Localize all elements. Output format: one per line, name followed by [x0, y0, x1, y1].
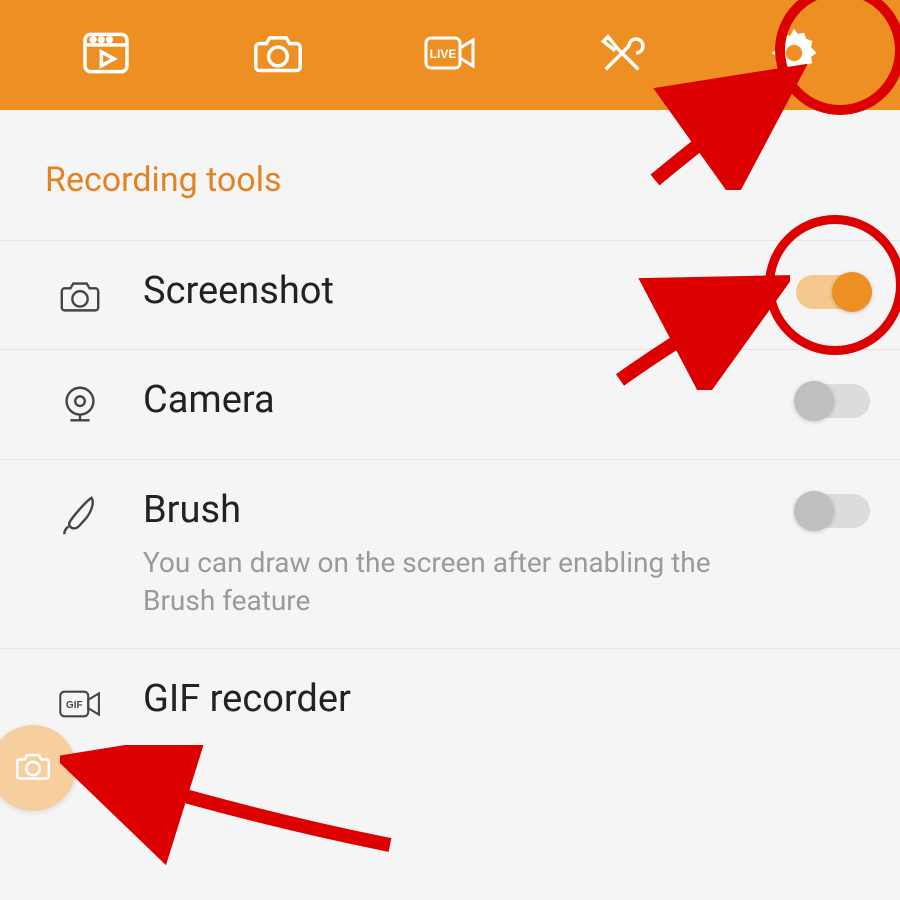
svg-text:GIF: GIF	[66, 700, 82, 711]
row-label: Camera	[143, 378, 770, 422]
svg-text:LIVE: LIVE	[430, 47, 457, 61]
row-subtitle: You can draw on the screen after enablin…	[143, 544, 763, 620]
live-tab[interactable]: LIVE	[390, 0, 510, 110]
floating-screenshot-button[interactable]	[0, 725, 76, 811]
video-clip-icon	[78, 25, 134, 85]
camera-icon	[13, 746, 53, 790]
tools-icon	[594, 25, 650, 85]
settings-tab[interactable]	[734, 0, 854, 110]
row-label: GIF recorder	[143, 677, 870, 721]
section-title: Recording tools	[0, 110, 900, 240]
top-tab-bar: LIVE	[0, 0, 900, 110]
row-gif-recorder[interactable]: GIF GIF recorder	[0, 649, 900, 759]
tools-tab[interactable]	[562, 0, 682, 110]
brush-toggle[interactable]	[796, 494, 870, 528]
row-camera[interactable]: Camera	[0, 350, 900, 460]
brush-icon	[45, 488, 115, 538]
gear-icon	[766, 25, 822, 85]
camera-outline-icon	[45, 269, 115, 319]
row-brush[interactable]: Brush You can draw on the screen after e…	[0, 460, 900, 649]
row-label: Screenshot	[143, 269, 770, 313]
screenshot-toggle[interactable]	[796, 275, 870, 309]
videos-tab[interactable]	[46, 0, 166, 110]
photos-tab[interactable]	[218, 0, 338, 110]
row-screenshot[interactable]: Screenshot	[0, 240, 900, 350]
camera-icon	[250, 25, 306, 85]
webcam-icon	[45, 378, 115, 428]
row-label: Brush	[143, 488, 770, 532]
camera-toggle[interactable]	[796, 384, 870, 418]
settings-list: Screenshot Camera Bru	[0, 240, 900, 759]
gif-icon: GIF	[45, 677, 115, 727]
annotation-arrow-float	[60, 745, 400, 865]
live-camera-icon: LIVE	[422, 25, 478, 85]
